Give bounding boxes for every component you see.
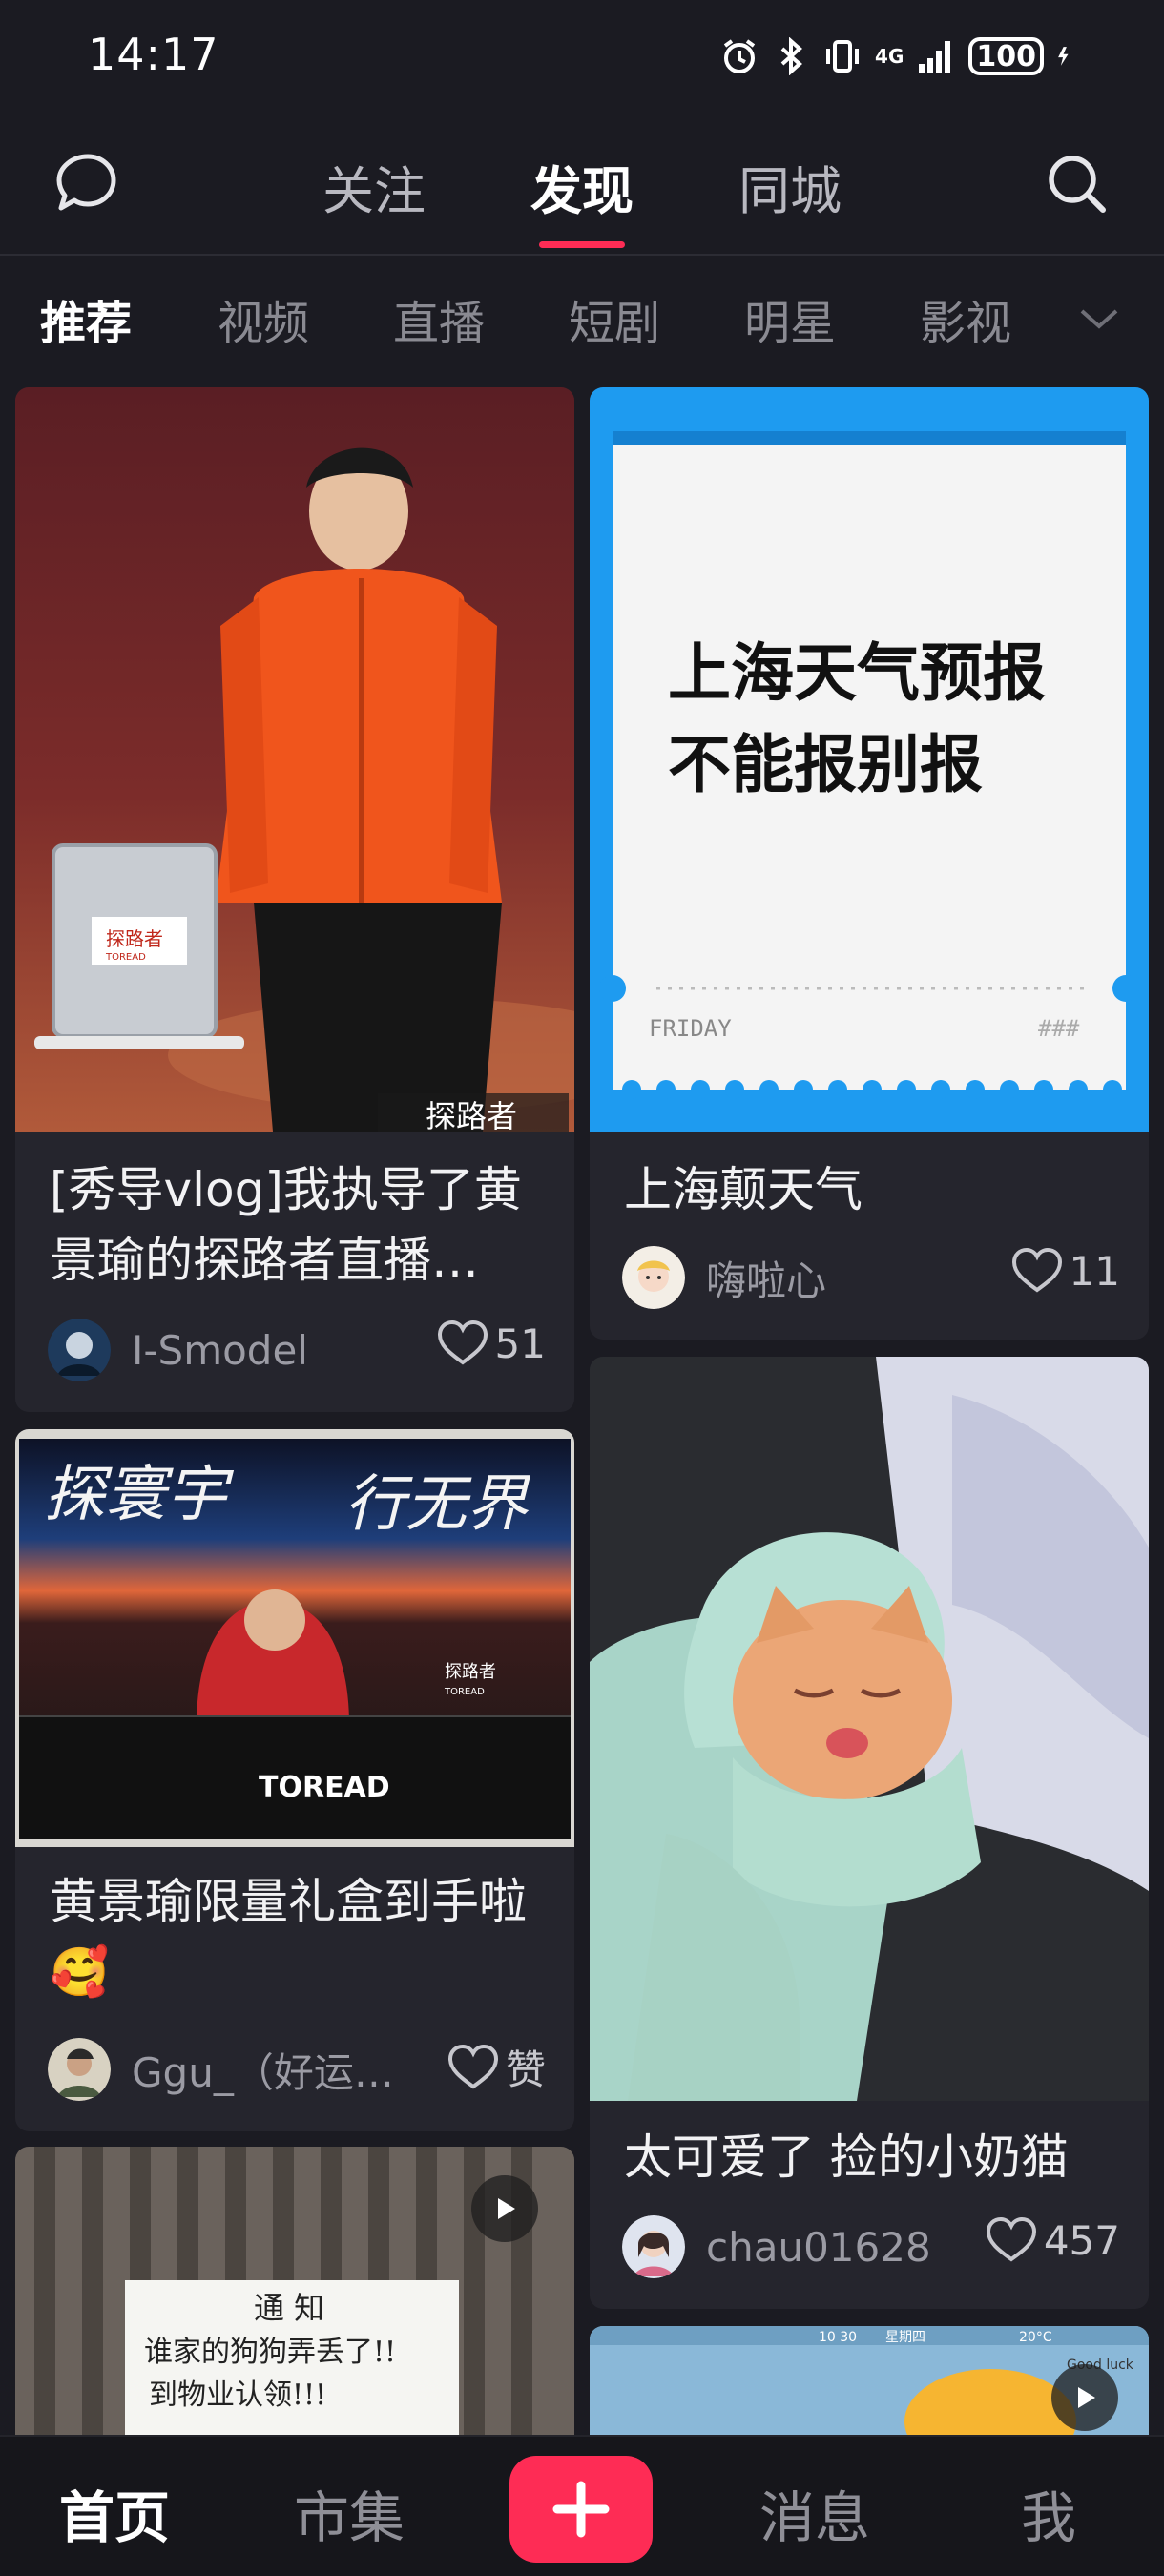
heart-icon	[437, 1319, 488, 1365]
top-navigation: 关注 发现 同城	[0, 114, 1164, 256]
post-title: 上海颠天气	[624, 1162, 863, 1217]
subtab-short-drama[interactable]: 短剧	[527, 285, 702, 352]
bluetooth-icon	[780, 37, 803, 75]
play-icon	[1078, 2387, 1095, 2408]
status-time: 14:17	[88, 29, 219, 80]
status-bar: 14:17 4G 100	[0, 0, 1164, 114]
post-author[interactable]: Ggu_（好运…	[48, 2038, 394, 2101]
banner-brand-text: 探路者	[426, 1098, 517, 1132]
brand-logo: TOREAD	[259, 1771, 390, 1804]
subtab-film-tv[interactable]: 影视	[878, 285, 1053, 352]
post-author[interactable]: chau01628	[622, 2215, 931, 2278]
post-title: 黄景瑜限量礼盒到手啦🥰	[50, 1874, 527, 2000]
like-button[interactable]: 赞	[447, 2038, 546, 2096]
avatar	[622, 2215, 685, 2278]
heart-icon	[1011, 1247, 1062, 1293]
case-brand-subtext: TOREAD	[105, 952, 146, 963]
subtab-live[interactable]: 直播	[351, 285, 527, 352]
like-button[interactable]: 457	[985, 2215, 1120, 2265]
post-thumbnail: 上海天气预报 不能报别报 FRIDAY ###	[590, 387, 1149, 1132]
author-name: Ggu_（好运…	[132, 2048, 394, 2096]
feed-card[interactable]: 探路者 TOREAD 探路者 [秀导vlog]我执导了黄景瑜的探路者直播… I-…	[15, 387, 574, 1412]
nav-me[interactable]: 我	[1021, 2473, 1076, 2553]
like-count: 457	[1043, 2216, 1120, 2264]
tab-discover[interactable]: 发现	[530, 149, 634, 229]
like-button[interactable]: 51	[436, 1319, 546, 1368]
vibrate-icon	[826, 40, 860, 73]
heart-icon	[986, 2216, 1036, 2262]
like-button[interactable]: 11	[1010, 1246, 1120, 1296]
notice-line-2: 到物业认领!!!	[149, 2379, 326, 2412]
post-author[interactable]: 嗨啦心	[622, 1246, 826, 1309]
like-count: 51	[494, 1319, 546, 1367]
avatar	[48, 2038, 111, 2101]
post-thumbnail: 探路者 TOREAD 探路者	[15, 387, 574, 1132]
subtab-celebrity[interactable]: 明星	[702, 285, 878, 352]
brand-logo-small: 探路者	[445, 1662, 496, 1682]
signal-icon	[919, 41, 951, 73]
temperature-text: 20°C	[1019, 2330, 1052, 2345]
ticket-day: FRIDAY	[649, 1015, 732, 1042]
weather-headline-1: 上海天气预报	[668, 636, 1046, 710]
alarm-icon	[723, 39, 756, 73]
network-type: 4G	[875, 45, 904, 68]
feed-card[interactable]: 上海天气预报 不能报别报 FRIDAY ### 上海颠天气 嗨啦心 11	[590, 387, 1149, 1340]
avatar	[48, 1319, 111, 1381]
feed-card[interactable]: 探寰宇 行无界 TOREAD 探路者 TOREAD 黄景瑜限量礼盒到手啦🥰 Gg…	[15, 1429, 574, 2131]
post-title: 太可爱了 捡的小奶猫	[624, 2129, 1069, 2185]
top-tabs: 关注 发现 同城	[0, 149, 1164, 229]
feed-card[interactable]: 太可爱了 捡的小奶猫 chau01628 457	[590, 1357, 1149, 2309]
search-icon[interactable]	[1042, 149, 1111, 218]
bottom-navigation: 首页 市集 消息 我	[0, 2435, 1164, 2576]
battery-level: 100	[968, 37, 1044, 75]
post-title: [秀导vlog]我执导了黄景瑜的探路者直播…	[50, 1162, 522, 1288]
post-thumbnail: 探寰宇 行无界 TOREAD 探路者 TOREAD	[15, 1429, 574, 1847]
nav-market[interactable]: 市集	[294, 2473, 405, 2553]
weather-headline-2: 不能报别报	[668, 728, 983, 801]
post-author[interactable]: I-Smodel	[48, 1319, 308, 1381]
slogan-right: 行无界	[344, 1469, 531, 1540]
ticket-hash: ###	[1038, 1015, 1080, 1042]
avatar	[622, 1246, 685, 1309]
author-name: chau01628	[706, 2223, 931, 2271]
clock-text: 10 30	[819, 2330, 857, 2345]
like-count: 11	[1069, 1247, 1120, 1295]
play-icon	[498, 2198, 515, 2219]
video-badge	[1051, 2364, 1118, 2431]
slogan-left: 探寰宇	[44, 1460, 235, 1530]
feed-card[interactable]: 10 30 星期四 20°C Good luck	[590, 2326, 1149, 2435]
like-count: 赞	[505, 2046, 546, 2093]
create-post-button[interactable]	[509, 2456, 653, 2563]
video-badge	[471, 2175, 538, 2242]
feed-card[interactable]: 通 知 谁家的狗狗弄丢了!! 到物业认领!!!	[15, 2147, 574, 2435]
author-name: 嗨啦心	[706, 1257, 827, 1304]
nav-home[interactable]: 首页	[59, 2473, 170, 2553]
charging-icon	[1058, 47, 1069, 66]
subtab-recommend[interactable]: 推荐	[0, 285, 176, 352]
tab-nearby[interactable]: 同城	[738, 149, 842, 229]
chevron-down-icon[interactable]	[1072, 296, 1126, 342]
weekday-text: 星期四	[885, 2330, 925, 2345]
tab-follow[interactable]: 关注	[322, 149, 426, 229]
brand-logo-small-sub: TOREAD	[444, 1687, 485, 1697]
category-tabs: 推荐 视频 直播 短剧 明星 影视	[0, 258, 1164, 380]
heart-icon	[447, 2044, 498, 2088]
nav-messages[interactable]: 消息	[759, 2473, 870, 2553]
plus-icon	[552, 2481, 610, 2538]
status-icons: 4G 100	[720, 32, 1078, 80]
author-name: I-Smodel	[132, 1326, 308, 1374]
subtab-video[interactable]: 视频	[176, 285, 351, 352]
case-brand-text: 探路者	[106, 927, 163, 950]
notice-title: 通 知	[254, 2290, 324, 2326]
post-thumbnail	[590, 1357, 1149, 2101]
notice-line-1: 谁家的狗狗弄丢了!!	[144, 2336, 396, 2369]
